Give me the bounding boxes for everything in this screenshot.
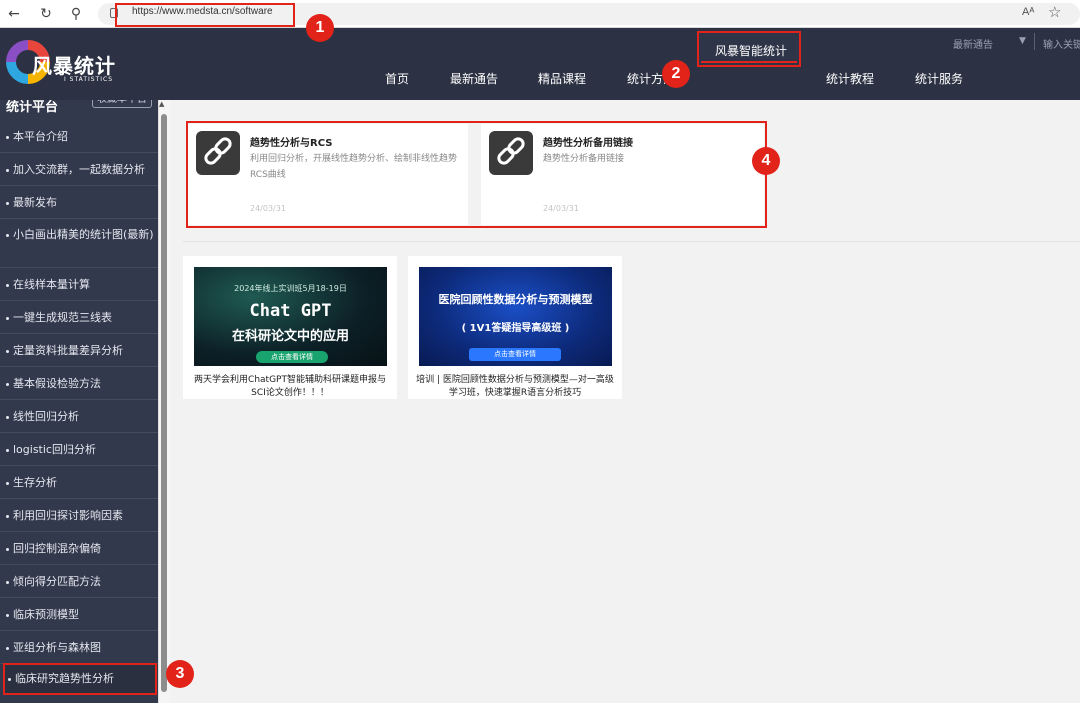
top-strip: 最新通告 ▼ 输入关键 bbox=[0, 28, 1080, 54]
bullet-icon bbox=[6, 514, 9, 518]
promo-caption[interactable]: 培训 | 医院回顾性数据分析与预测模型—对一高级学习班，快速掌握R语言分析技巧 bbox=[414, 374, 616, 400]
highlight-box-url bbox=[115, 3, 295, 27]
section-divider bbox=[183, 241, 1080, 242]
bullet-icon bbox=[6, 316, 9, 320]
annotation-badge-4: 4 bbox=[752, 147, 780, 175]
nav-services[interactable]: 统计服务 bbox=[915, 70, 963, 87]
bullet-icon bbox=[6, 613, 9, 617]
bullet-icon bbox=[6, 415, 9, 419]
sidebar-item-label: 加入交流群，一起数据分析 bbox=[13, 163, 145, 176]
highlight-box-cards bbox=[186, 121, 767, 228]
bullet-icon bbox=[6, 135, 9, 139]
bullet-icon bbox=[6, 580, 9, 584]
bullet-icon bbox=[6, 201, 9, 205]
bullet-icon bbox=[6, 547, 9, 551]
site-search-input[interactable]: 输入关键 bbox=[1043, 36, 1080, 51]
sidebar-item-label: 定量资料批量差异分析 bbox=[13, 344, 123, 357]
sidebar-item[interactable]: 一键生成规范三线表 bbox=[0, 301, 158, 334]
sidebar-item[interactable]: 加入交流群，一起数据分析 bbox=[0, 153, 158, 186]
sidebar-item[interactable]: 基本假设检验方法 bbox=[0, 367, 158, 400]
bullet-icon bbox=[6, 233, 9, 237]
sidebar-item[interactable]: 在线样本量计算 bbox=[0, 268, 158, 301]
sidebar-item-label: 亚组分析与森林图 bbox=[13, 641, 101, 654]
promo-details-button[interactable]: 点击查看详情 bbox=[469, 348, 561, 361]
sidebar-item[interactable]: 最新发布 bbox=[0, 186, 158, 219]
bullet-icon bbox=[6, 481, 9, 485]
sidebar-item-label: 倾向得分匹配方法 bbox=[13, 575, 101, 588]
sidebar-title: 统计平台 bbox=[6, 100, 59, 115]
sidebar-item[interactable]: logistic回归分析 bbox=[0, 433, 158, 466]
sidebar-item-label: 基本假设检验方法 bbox=[13, 377, 101, 390]
bullet-icon bbox=[6, 349, 9, 353]
promo-details-button[interactable]: 点击查看详情 bbox=[256, 351, 328, 363]
sidebar: 统计平台 收藏本平台 本平台介绍 加入交流群，一起数据分析 最新发布 小白画出精… bbox=[0, 100, 158, 703]
nav-smart-stats-label: 风暴智能统计 bbox=[715, 44, 788, 58]
promo-banner-image[interactable]: 医院回顾性数据分析与预测模型 ( 1V1答疑指导高级班 ) 点击查看详情 bbox=[419, 267, 612, 366]
search-icon[interactable]: ⚲ bbox=[66, 4, 86, 24]
favorite-platform-button[interactable]: 收藏本平台 bbox=[92, 100, 152, 108]
sidebar-item[interactable]: 小白画出精美的统计图(最新) bbox=[0, 219, 158, 268]
back-icon[interactable]: ← bbox=[4, 4, 24, 24]
site-header: 最新通告 ▼ 输入关键 风暴统计 I STATISTICS bbox=[0, 28, 1080, 100]
sidebar-item-label: 本平台介绍 bbox=[13, 130, 68, 143]
sidebar-item-label: 回归控制混杂偏倚 bbox=[13, 542, 101, 555]
promo-card[interactable]: 医院回顾性数据分析与预测模型 ( 1V1答疑指导高级班 ) 点击查看详情 培训 … bbox=[408, 256, 622, 399]
screenshot-root: ← ↻ ⚲ https://www.medsta.cn/software Aᴬ … bbox=[0, 0, 1080, 703]
promo-caption[interactable]: 两天学会利用ChatGPT智能辅助科研课题申报与SCI论文创作！！！ bbox=[189, 374, 391, 400]
sidebar-item-label: 最新发布 bbox=[13, 196, 57, 209]
promo-banner-subtitle: ( 1V1答疑指导高级班 ) bbox=[461, 323, 570, 334]
read-aloud-icon[interactable]: Aᴬ bbox=[1022, 6, 1034, 18]
promo-banner-image[interactable]: 2024年线上实训班5月18-19日 Chat GPT 在科研论文中的应用 点击… bbox=[194, 267, 387, 366]
sidebar-item[interactable]: 亚组分析与森林图 bbox=[0, 631, 158, 664]
sidebar-item[interactable]: 临床预测模型 bbox=[0, 598, 158, 631]
bullet-icon bbox=[6, 382, 9, 386]
sidebar-item[interactable]: 生存分析 bbox=[0, 466, 158, 499]
favorite-star-icon[interactable]: ☆ bbox=[1048, 3, 1061, 21]
sidebar-item-label: 在线样本量计算 bbox=[13, 278, 90, 291]
sidebar-item-trend-analysis[interactable]: 临床研究趋势性分析 bbox=[3, 663, 157, 695]
promo-banner-date: 2024年线上实训班5月18-19日 bbox=[234, 284, 347, 293]
site-search[interactable]: 输入关键 bbox=[1034, 33, 1080, 51]
sidebar-item-label: logistic回归分析 bbox=[13, 443, 96, 456]
sidebar-item[interactable]: 回归控制混杂偏倚 bbox=[0, 532, 158, 565]
sidebar-item-label: 小白画出精美的统计图(最新) bbox=[13, 228, 154, 241]
nav-latest-notice[interactable]: 最新通告 bbox=[450, 70, 498, 87]
site-logo[interactable]: 风暴统计 I STATISTICS bbox=[6, 40, 136, 90]
annotation-badge-3: 3 bbox=[166, 660, 194, 688]
promo-banner-title: 医院回顾性数据分析与预测模型 bbox=[438, 293, 593, 306]
annotation-badge-2: 2 bbox=[662, 60, 690, 88]
reload-icon[interactable]: ↻ bbox=[36, 4, 56, 24]
sidebar-item[interactable]: 本平台介绍 bbox=[0, 120, 158, 153]
annotation-badge-1: 1 bbox=[306, 14, 334, 42]
bullet-icon bbox=[6, 646, 9, 650]
logo-name: 风暴统计 bbox=[32, 54, 116, 78]
sidebar-item[interactable]: 线性回归分析 bbox=[0, 400, 158, 433]
promo-card[interactable]: 2024年线上实训班5月18-19日 Chat GPT 在科研论文中的应用 点击… bbox=[183, 256, 397, 399]
chevron-down-icon[interactable]: ▼ bbox=[1019, 36, 1026, 46]
sidebar-item-label: 利用回归探讨影响因素 bbox=[13, 509, 123, 522]
nav-home[interactable]: 首页 bbox=[385, 70, 409, 87]
logo-subtitle: I STATISTICS bbox=[64, 76, 113, 83]
sidebar-item-label: 临床研究趋势性分析 bbox=[15, 672, 114, 685]
sidebar-item[interactable]: 利用回归探讨影响因素 bbox=[0, 499, 158, 532]
nav-stat-methods[interactable]: 统计方法 bbox=[627, 70, 667, 87]
nav-courses[interactable]: 精品课程 bbox=[538, 70, 586, 87]
notice-link[interactable]: 最新通告 bbox=[953, 36, 993, 51]
sidebar-item-label: 一键生成规范三线表 bbox=[13, 311, 112, 324]
nav-smart-stats[interactable]: 风暴智能统计 bbox=[697, 31, 801, 67]
scroll-up-icon[interactable]: ▲ bbox=[159, 100, 164, 108]
sidebar-item-label: 生存分析 bbox=[13, 476, 57, 489]
bullet-icon bbox=[6, 168, 9, 172]
bullet-icon bbox=[6, 283, 9, 287]
sidebar-item-label: 线性回归分析 bbox=[13, 410, 79, 423]
promo-banner-subtitle: 在科研论文中的应用 bbox=[231, 329, 349, 344]
bullet-icon bbox=[6, 448, 9, 452]
nav-tutorials[interactable]: 统计教程 bbox=[826, 70, 874, 87]
bullet-icon bbox=[8, 677, 11, 681]
sidebar-scroll-thumb[interactable] bbox=[161, 114, 167, 692]
sidebar-item[interactable]: 倾向得分匹配方法 bbox=[0, 565, 158, 598]
promo-banner-title: Chat GPT bbox=[249, 301, 332, 321]
sidebar-item-label: 临床预测模型 bbox=[13, 608, 79, 621]
sidebar-item[interactable]: 定量资料批量差异分析 bbox=[0, 334, 158, 367]
